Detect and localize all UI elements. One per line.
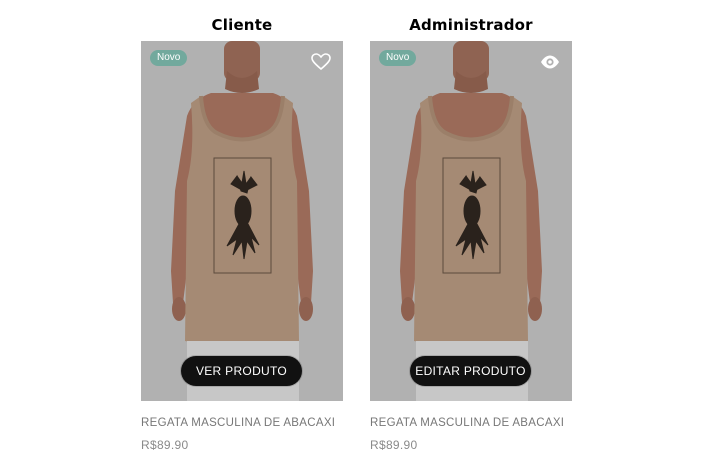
eye-icon[interactable] [540,53,560,71]
client-column-title: Cliente [211,16,273,34]
admin-column-title: Administrador [409,16,533,34]
edit-product-button[interactable]: EDITAR PRODUTO [410,356,531,386]
product-image[interactable] [370,41,572,401]
view-product-button[interactable]: VER PRODUTO [181,356,302,386]
new-badge: Novo [150,50,188,66]
product-name[interactable]: REGATA MASCULINA DE ABACAXI [370,417,572,429]
new-badge: Novo [379,50,417,66]
product-price: R$89.90 [370,438,418,452]
product-name[interactable]: REGATA MASCULINA DE ABACAXI [141,417,343,429]
heart-icon[interactable] [311,53,331,71]
product-image[interactable] [141,41,343,401]
product-card-admin[interactable]: Novo EDITAR PRODUTO [370,41,572,401]
product-price: R$89.90 [141,438,189,452]
product-card-client[interactable]: Novo VER PRODUTO [141,41,343,401]
